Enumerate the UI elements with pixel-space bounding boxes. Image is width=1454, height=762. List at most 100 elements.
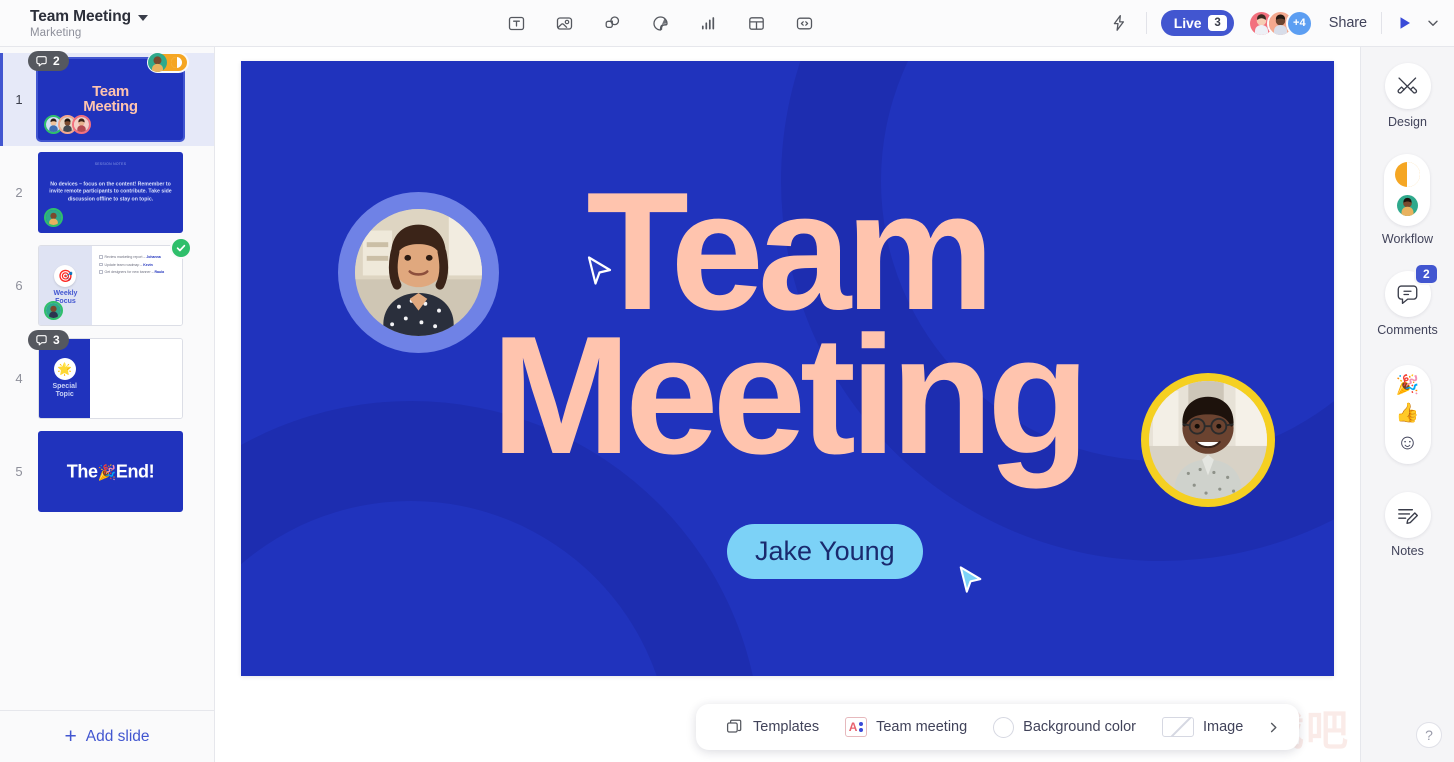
color-circle-icon [993, 716, 1015, 738]
insert-tools [215, 10, 1106, 36]
text-icon [508, 16, 525, 30]
image-label: Image [1203, 719, 1244, 735]
star-emoji: 🌟 [53, 357, 76, 380]
sticker-tool-button[interactable] [647, 10, 673, 36]
chart-tool-button[interactable] [695, 10, 721, 36]
document-subtitle: Marketing [30, 26, 82, 39]
thumbnail-left-panel: 🌟 Special Topic [39, 339, 91, 418]
smiley-reaction[interactable]: ☺ [1397, 432, 1418, 453]
workflow-button[interactable] [1384, 154, 1431, 226]
image-swatch-icon [1162, 717, 1195, 737]
thumbnail-image: SESSION NOTES No devices – focus on the … [38, 152, 183, 233]
thumbnail-body-text: No devices – focus on the content! Remem… [49, 181, 172, 203]
dart-target-emoji: 🎯 [54, 264, 77, 287]
list-item-text: Review marketing report – Johanna [104, 255, 161, 259]
rail-item-workflow[interactable]: Workflow [1382, 154, 1433, 246]
participant-video-right[interactable] [1141, 373, 1275, 507]
slide-thumbnail-6[interactable]: 6 🎯 Weekly Focus Review marketing report… [0, 237, 214, 332]
comment-bubble-icon [36, 334, 47, 345]
collaborator-avatars[interactable]: +4 [1247, 9, 1313, 37]
list-item-text: Update team roadmap – Kevin [104, 262, 153, 267]
comment-count-badge[interactable]: 2 [28, 51, 69, 71]
comment-count: 2 [53, 54, 60, 68]
list-item: Review marketing report – Johanna [98, 255, 175, 259]
theme-letter: A [848, 720, 858, 734]
thumbnail-title: Team Meeting [83, 82, 138, 116]
thumbnail-label: Special Topic [52, 382, 77, 398]
workflow-label: Workflow [1381, 232, 1434, 246]
divider [1381, 12, 1382, 34]
present-button[interactable] [1396, 14, 1414, 32]
party-popper-emoji: 🎉 [97, 464, 117, 481]
play-icon [1400, 17, 1410, 29]
slides-panel: 1 2 Team Meeting 2 SESSION NOTES No devi… [0, 46, 215, 762]
thumbnail-image: 🎯 Weekly Focus Review marketing report – … [38, 245, 183, 326]
participant-video-left[interactable] [338, 192, 499, 353]
chevron-right-icon [1271, 722, 1277, 732]
rail-item-notes[interactable]: Notes [1384, 492, 1431, 558]
add-slide-button[interactable]: + Add slide [0, 710, 214, 762]
theme-label: Team meeting [876, 719, 968, 735]
comment-count-badge[interactable]: 3 [28, 330, 69, 350]
thumbnail-wrap: The🎉End! [38, 431, 183, 512]
slide-number: 6 [15, 278, 23, 293]
add-slide-label: Add slide [85, 727, 150, 745]
avatar-overflow-count[interactable]: +4 [1285, 9, 1313, 37]
thumbnail-right-panel: Review marketing report – Johanna Update… [91, 246, 182, 325]
more-options-button[interactable] [1256, 720, 1291, 735]
approved-badge[interactable] [170, 237, 192, 259]
participant-cursor-white [587, 256, 612, 285]
slide-number: 1 [15, 92, 23, 107]
slide-number: 4 [15, 371, 23, 386]
slide-thumbnail-1[interactable]: 1 2 Team Meeting [0, 51, 214, 146]
checkbox-icon [98, 270, 103, 274]
divider [1145, 12, 1147, 34]
templates-button[interactable]: Templates [712, 710, 832, 744]
rail-item-design[interactable]: Design [1384, 63, 1431, 129]
sticker-icon [653, 15, 668, 31]
presenter-name-pill[interactable]: Jake Young [727, 524, 923, 579]
rail-item-comments[interactable]: 2 Comments [1377, 263, 1439, 337]
thumbnail-avatars [44, 301, 63, 320]
list-item: Get designers for new banner – Raula [98, 270, 175, 274]
quick-actions-button[interactable] [1106, 10, 1132, 36]
thumbs-up-reaction[interactable]: 👍 [1396, 404, 1420, 423]
share-button[interactable]: Share [1329, 15, 1367, 31]
presentation-editor: Team Meeting Marketing Live 3 +4 Share 1… [0, 0, 1454, 762]
theme-button[interactable]: A Team meeting [832, 710, 980, 744]
embed-tool-button[interactable] [791, 10, 817, 36]
slide-thumbnail-4[interactable]: 4 3 🌟 Special Topic [0, 330, 214, 425]
live-label: Live [1173, 15, 1202, 31]
notes-button[interactable] [1384, 492, 1431, 538]
participant-video-image [1149, 381, 1267, 499]
slide-canvas[interactable]: Team Meeting Jake Young [241, 61, 1334, 676]
background-color-button[interactable]: Background color [980, 710, 1149, 744]
avatar-image [46, 303, 61, 318]
live-button[interactable]: Live 3 [1160, 10, 1234, 36]
thumbnail-right-panel [90, 339, 182, 418]
avatar-image [1149, 381, 1267, 499]
party-popper-reaction[interactable]: 🎉 [1396, 376, 1420, 395]
design-button[interactable] [1384, 63, 1431, 109]
text-tool-button[interactable] [503, 10, 529, 36]
background-color-label: Background color [1023, 719, 1137, 735]
thumbnail-avatars [44, 208, 63, 227]
image-button[interactable]: Image [1149, 710, 1256, 744]
bar-chart-icon [701, 16, 715, 29]
shapes-tool-button[interactable] [599, 10, 625, 36]
document-title-row[interactable]: Team Meeting [30, 8, 215, 26]
workflow-status-badge[interactable] [147, 52, 189, 73]
help-button[interactable]: ? [1416, 722, 1442, 748]
table-tool-button[interactable] [743, 10, 769, 36]
slide-thumbnail-2[interactable]: 2 SESSION NOTES No devices – focus on th… [0, 146, 214, 239]
participant-video-image [355, 209, 482, 336]
image-tool-button[interactable] [551, 10, 577, 36]
present-options-button[interactable] [1426, 16, 1440, 30]
shapes-icon [605, 15, 620, 28]
chevron-down-icon[interactable] [138, 14, 149, 21]
table-icon [749, 16, 764, 30]
list-item-text: Get designers for new banner – Raula [104, 270, 165, 274]
slide-thumbnail-5[interactable]: 5 The🎉End! [0, 425, 214, 518]
slides-list[interactable]: 1 2 Team Meeting 2 SESSION NOTES No devi… [0, 47, 214, 710]
comment-count: 3 [53, 333, 60, 347]
